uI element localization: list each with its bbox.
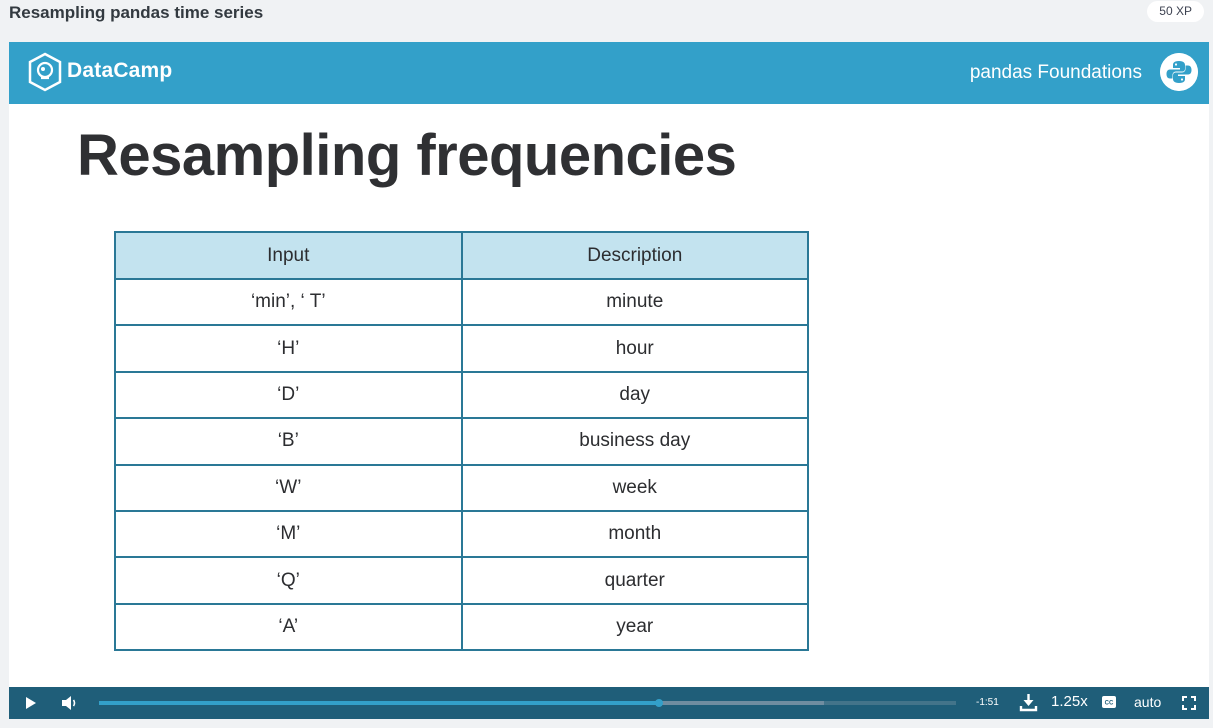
table-row: ‘W’ week xyxy=(114,463,809,512)
description-cell: hour xyxy=(460,324,809,373)
progress-bar[interactable] xyxy=(99,699,956,707)
column-header-input: Input xyxy=(114,231,463,280)
description-cell: quarter xyxy=(460,556,809,605)
input-cell: ‘D’ xyxy=(114,370,463,420)
player-controls: -1:51 1.25x CC auto xyxy=(9,687,1209,719)
brand-name: DataCamp xyxy=(67,59,173,82)
input-cell: ‘H’ xyxy=(114,324,463,373)
video-player[interactable]: DataCamp pandas Foundations Resampling f… xyxy=(9,42,1209,719)
slide-header: DataCamp pandas Foundations xyxy=(9,42,1209,104)
quality-button[interactable]: auto xyxy=(1134,694,1161,710)
column-header-description: Description xyxy=(460,231,809,280)
description-cell: week xyxy=(460,463,809,512)
table-row: ‘Q’ quarter xyxy=(114,556,809,605)
input-cell: ‘min’, ‘ T’ xyxy=(114,277,463,327)
xp-badge: 50 XP xyxy=(1147,1,1204,22)
time-remaining: -1:51 xyxy=(976,697,999,708)
input-cell: ‘M’ xyxy=(114,509,463,559)
course-name: pandas Foundations xyxy=(969,62,1142,83)
played-bar xyxy=(99,701,659,705)
lesson-topbar: Resampling pandas time series 50 XP xyxy=(0,0,1213,42)
table-row: ‘M’ month xyxy=(114,509,809,559)
table-row: ‘A’ year xyxy=(114,602,809,652)
description-cell: year xyxy=(460,602,809,652)
svg-text:CC: CC xyxy=(1105,701,1114,707)
frequency-table: Input Description ‘min’, ‘ T’ minute ‘H’ h… xyxy=(114,231,809,652)
datacamp-logo-icon xyxy=(28,52,62,92)
table-row: ‘H’ hour xyxy=(114,324,809,373)
playback-speed-button[interactable]: 1.25x xyxy=(1051,693,1088,710)
slide-title: Resampling frequencies xyxy=(77,123,737,188)
description-cell: business day xyxy=(460,417,809,466)
input-cell: ‘Q’ xyxy=(114,556,463,605)
input-cell: ‘W’ xyxy=(114,463,463,512)
input-cell: ‘A’ xyxy=(114,602,463,652)
input-cell: ‘B’ xyxy=(114,417,463,466)
description-cell: month xyxy=(460,509,809,559)
python-logo-icon xyxy=(1160,53,1198,91)
table-row: ‘B’ business day xyxy=(114,417,809,466)
fullscreen-icon[interactable] xyxy=(1182,696,1196,710)
play-icon[interactable] xyxy=(24,695,38,711)
progress-handle[interactable] xyxy=(654,699,663,707)
table-header-row: Input Description xyxy=(114,231,809,280)
description-cell: day xyxy=(460,370,809,420)
description-cell: minute xyxy=(460,277,809,327)
download-icon[interactable] xyxy=(1019,693,1038,712)
table-row: ‘D’ day xyxy=(114,370,809,420)
lesson-title: Resampling pandas time series xyxy=(9,3,264,22)
captions-icon[interactable]: CC xyxy=(1102,696,1116,708)
table-row: ‘min’, ‘ T’ minute xyxy=(114,277,809,327)
volume-icon[interactable] xyxy=(61,695,79,711)
